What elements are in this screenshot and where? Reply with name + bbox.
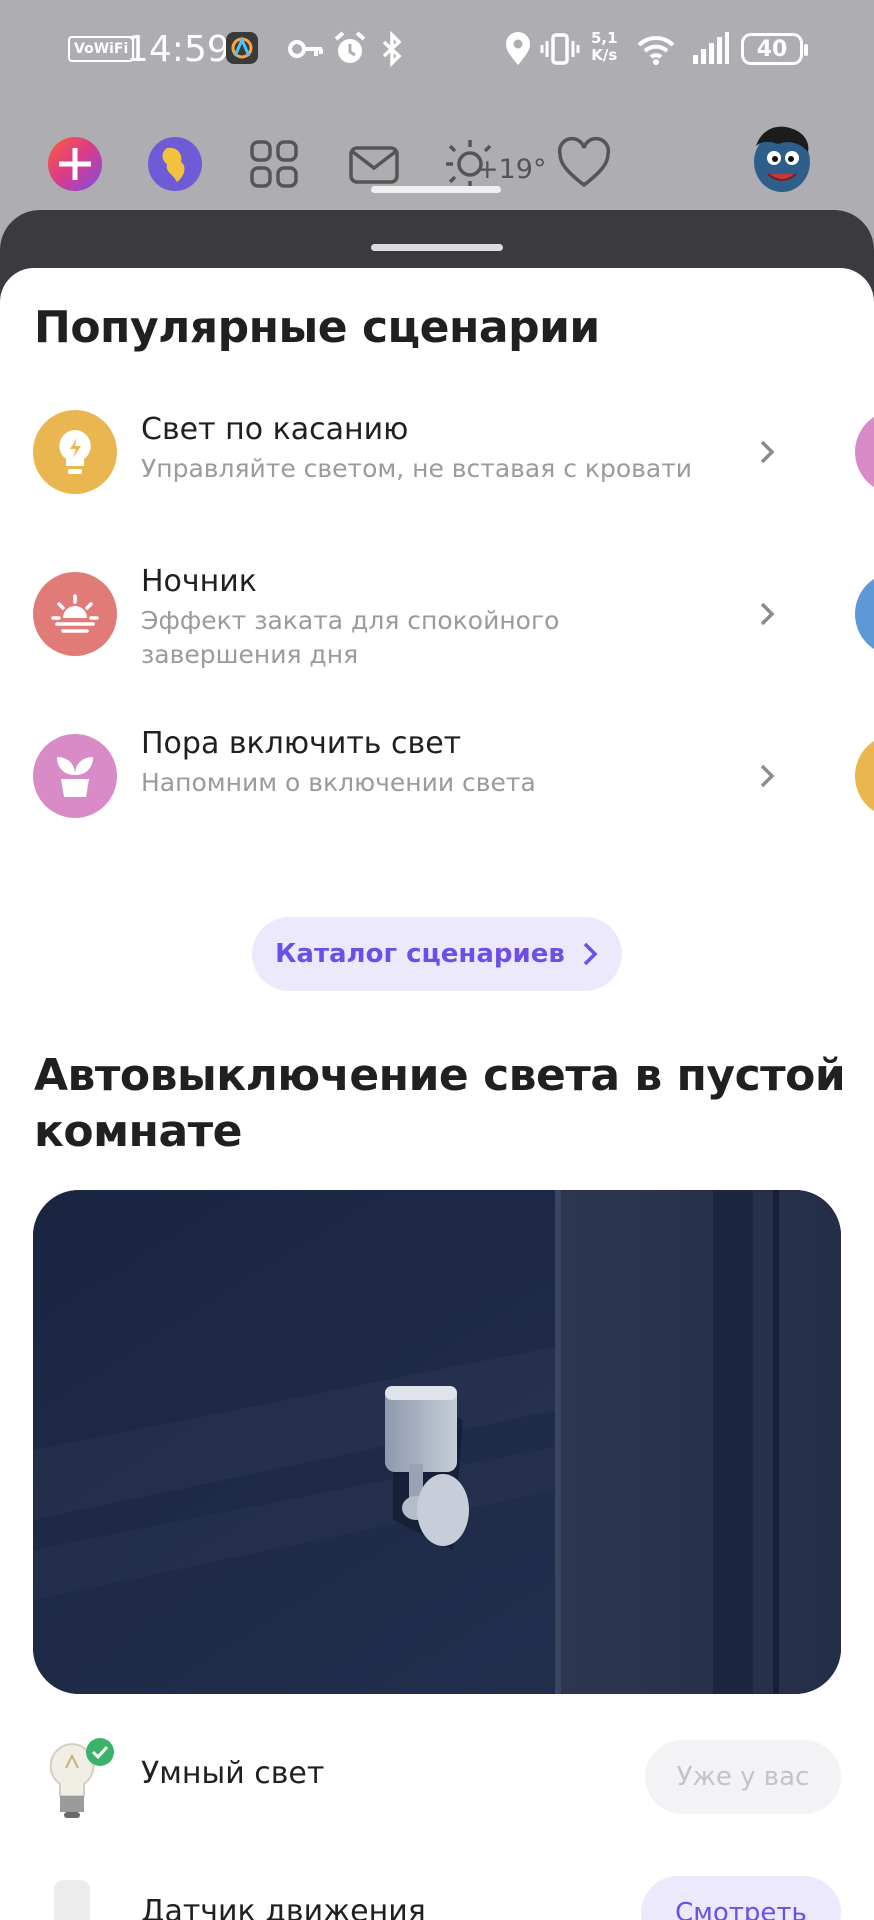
product-name: Датчик движения — [141, 1894, 426, 1920]
scenario-title: Ночник — [141, 564, 257, 599]
product-row: Датчик движения Смотреть — [0, 1876, 874, 1920]
location-icon — [498, 26, 538, 72]
vibrate-icon — [540, 26, 580, 72]
network-speed: 5,1 K/s — [591, 30, 618, 76]
already-owned-button[interactable]: Уже у вас — [645, 1740, 841, 1814]
app-notification-icon — [226, 32, 258, 64]
mail-icon[interactable] — [346, 136, 402, 192]
wifi-icon — [636, 26, 676, 72]
bulb-icon — [33, 410, 117, 494]
chevron-right-icon — [760, 440, 775, 464]
battery-level: 40 — [756, 36, 788, 62]
smart-bulb-image — [49, 1738, 114, 1818]
bluetooth-icon — [372, 26, 412, 72]
scenario-subtitle: Эффект заката для спокойного завершения … — [141, 606, 560, 669]
scenarios-sheet: Популярные сценарии Свет по касанию Упра… — [0, 268, 874, 1920]
scenario-subtitle: Напомним о включении света — [141, 768, 536, 797]
key-icon — [286, 26, 326, 72]
chevron-right-icon — [760, 602, 775, 626]
alarm-icon — [330, 26, 370, 72]
popular-scenarios-title: Популярные сценарии — [34, 302, 600, 353]
plant-icon — [33, 734, 117, 818]
favorites-heart-icon[interactable] — [556, 136, 612, 192]
scenario-title: Пора включить свет — [141, 726, 462, 761]
peek-card-icon — [855, 572, 874, 656]
scenario-subtitle: Управляйте светом, не вставая с кровати — [141, 454, 693, 483]
net-speed-value: 5,1 — [591, 29, 618, 47]
product-name: Умный свет — [141, 1756, 325, 1791]
backdrop-drag-handle[interactable] — [371, 186, 501, 193]
motion-sensor-photo — [33, 1190, 841, 1694]
catalog-button-label: Каталог сценариев — [275, 939, 565, 969]
view-product-button[interactable]: Смотреть — [641, 1876, 841, 1920]
status-bar: VoWiFi 14:59 5,1 K/s 40 — [0, 0, 874, 100]
auto-off-title-line2: комнате — [34, 1106, 243, 1157]
scenario-item[interactable]: Пора включить свет Напомним о включении … — [0, 726, 874, 854]
auto-off-title: Автовыключение света в пустой комнате — [34, 1048, 846, 1160]
battery-indicator: 40 — [741, 33, 808, 65]
chevron-right-icon — [583, 942, 598, 966]
motion-sensor-image — [54, 1880, 90, 1920]
globe-icon[interactable] — [147, 136, 203, 192]
weather-icon[interactable]: +19° — [442, 136, 546, 192]
weather-temp: +19° — [476, 154, 547, 185]
net-speed-unit: K/s — [591, 46, 618, 64]
sheet-drag-handle[interactable] — [371, 244, 503, 251]
status-time: 14:59 — [126, 28, 230, 70]
peek-card-icon — [855, 410, 874, 494]
peek-card-icon — [855, 734, 874, 818]
signal-icon — [690, 26, 730, 72]
scenario-item[interactable]: Свет по касанию Управляйте светом, не вс… — [0, 410, 874, 530]
product-row: Умный свет Уже у вас — [0, 1736, 874, 1820]
scenario-catalog-button[interactable]: Каталог сценариев — [252, 917, 622, 991]
sunset-icon — [33, 572, 117, 656]
scenario-title: Свет по касанию — [141, 412, 409, 447]
services-grid-icon[interactable] — [246, 136, 302, 192]
plus-app-icon[interactable] — [47, 136, 103, 192]
vowifi-indicator: VoWiFi — [68, 36, 135, 62]
chevron-right-icon — [760, 764, 775, 788]
profile-avatar[interactable] — [748, 124, 816, 202]
auto-off-title-line1: Автовыключение света в пустой — [34, 1050, 846, 1101]
scenario-item[interactable]: Ночник Эффект заката для спокойного заве… — [0, 564, 874, 692]
